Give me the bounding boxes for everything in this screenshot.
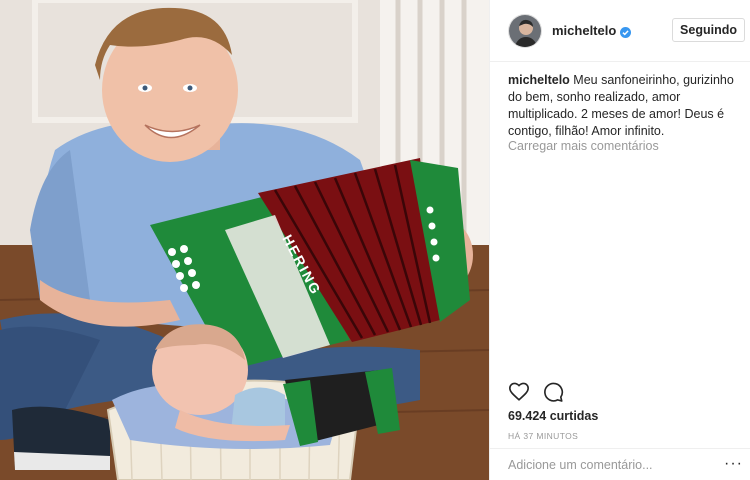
caption: micheltelo Meu sanfoneirinho, gurizinho … xyxy=(508,72,740,140)
load-more-comments-link[interactable]: Carregar mais comentários xyxy=(508,139,659,153)
action-bar xyxy=(508,381,564,403)
verified-badge-icon xyxy=(620,25,632,38)
post-timestamp[interactable]: HÁ 37 MINUTOS xyxy=(508,431,578,441)
avatar-image xyxy=(509,14,541,47)
ellipsis-icon[interactable]: ··· xyxy=(724,456,743,472)
avatar[interactable] xyxy=(508,13,542,48)
post-photo[interactable]: HERING xyxy=(0,0,489,480)
speech-bubble-icon[interactable] xyxy=(542,381,564,403)
following-button[interactable]: Seguindo xyxy=(672,18,745,42)
heart-outline-icon[interactable] xyxy=(508,381,530,403)
add-comment-bar: ··· xyxy=(490,448,750,480)
like-count[interactable]: 69.424 curtidas xyxy=(508,409,598,423)
post-username[interactable]: micheltelo xyxy=(552,23,616,38)
caption-username[interactable]: micheltelo xyxy=(508,73,570,87)
photo-illustration: HERING xyxy=(0,0,489,480)
comment-input[interactable] xyxy=(508,458,718,472)
post-sidebar: micheltelo Seguindo micheltelo Meu sanfo… xyxy=(489,0,750,480)
post-header: micheltelo Seguindo xyxy=(490,0,750,62)
